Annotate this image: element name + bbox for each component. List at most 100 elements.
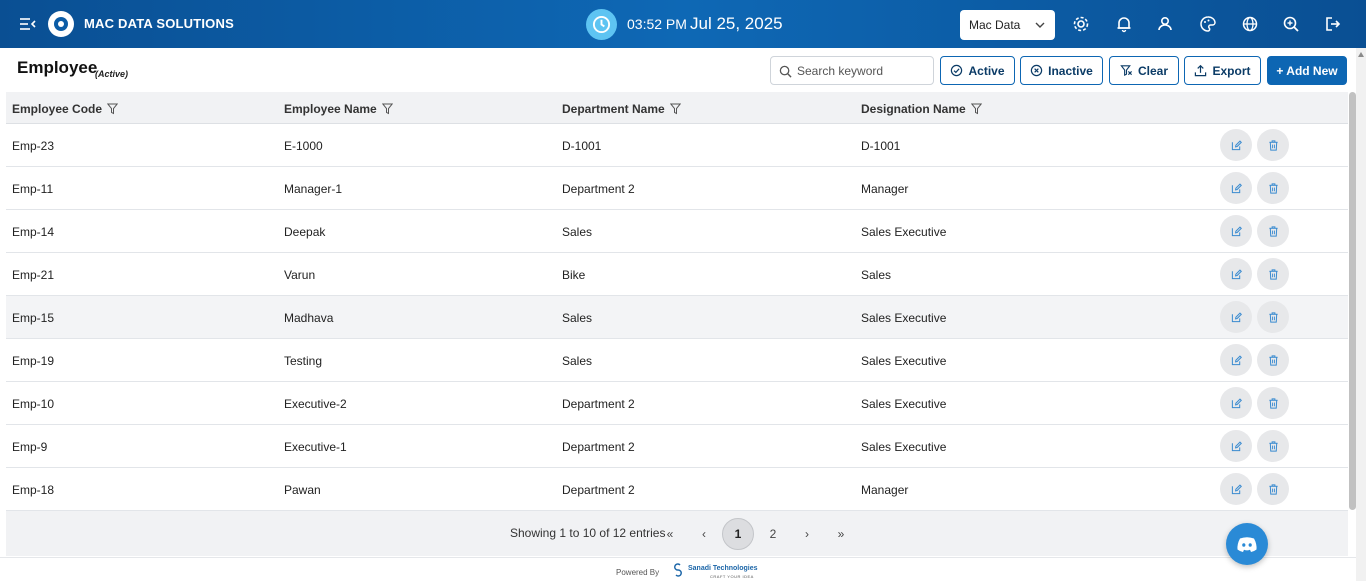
edit-button[interactable]	[1220, 215, 1252, 247]
page-button-2[interactable]: 2	[757, 518, 789, 550]
table-row[interactable]: Emp-9 Executive-1 Department 2 Sales Exe…	[6, 425, 1348, 468]
column-header-designation-name[interactable]: Designation Name	[861, 102, 982, 116]
edit-button[interactable]	[1220, 301, 1252, 333]
footer: Powered By Sanadi Technologies CRAFT YOU…	[0, 557, 1356, 581]
delete-button[interactable]	[1257, 301, 1289, 333]
column-header-label: Employee Name	[284, 102, 377, 116]
settings-icon[interactable]	[1071, 14, 1091, 34]
edit-button[interactable]	[1220, 387, 1252, 419]
page-status-subtitle: (Active)	[95, 69, 129, 79]
logout-icon[interactable]	[1323, 14, 1343, 34]
clear-filter-button[interactable]: Clear	[1109, 56, 1179, 85]
trash-icon	[1268, 483, 1278, 495]
filter-icon[interactable]	[107, 103, 119, 115]
edit-button[interactable]	[1220, 129, 1252, 161]
delete-button[interactable]	[1257, 172, 1289, 204]
clear-filter-label: Clear	[1137, 63, 1169, 78]
delete-button[interactable]	[1257, 430, 1289, 462]
search-input[interactable]	[797, 62, 929, 80]
export-button[interactable]: Export	[1184, 56, 1261, 85]
zoom-in-icon[interactable]	[1281, 14, 1301, 34]
filter-clear-icon	[1120, 65, 1132, 77]
employee-code-cell: Emp-19	[12, 354, 55, 368]
discord-icon	[1237, 536, 1257, 552]
delete-button[interactable]	[1257, 258, 1289, 290]
active-filter-button[interactable]: Active	[940, 56, 1015, 85]
chevron-down-icon	[1035, 22, 1045, 28]
page-title: Employee	[17, 58, 98, 77]
column-header-employee-name[interactable]: Employee Name	[284, 102, 393, 116]
employee-name-cell: Manager-1	[284, 182, 343, 196]
edit-icon	[1231, 397, 1242, 408]
page-button-1[interactable]: 1	[722, 518, 754, 550]
table-row[interactable]: Emp-21 Varun Bike Sales	[6, 253, 1348, 296]
upload-icon	[1195, 64, 1207, 77]
edit-icon	[1231, 311, 1242, 322]
top-header: MAC DATA SOLUTIONS 03:52 PM Jul 25, 2025…	[0, 0, 1366, 48]
employee-name-cell: Pawan	[284, 483, 321, 497]
add-new-button[interactable]: + Add New	[1267, 56, 1347, 85]
menu-collapse-icon[interactable]	[18, 15, 36, 33]
filter-icon[interactable]	[970, 103, 982, 115]
last-page-button[interactable]: »	[825, 518, 857, 550]
current-time: 03:52 PM	[627, 16, 687, 32]
table-row[interactable]: Emp-14 Deepak Sales Sales Executive	[6, 210, 1348, 253]
employee-code-cell: Emp-18	[12, 483, 55, 497]
edit-button[interactable]	[1220, 172, 1252, 204]
previous-page-button[interactable]: ‹	[688, 518, 720, 550]
edit-icon	[1231, 483, 1242, 494]
check-circle-icon	[951, 64, 963, 77]
first-page-button[interactable]: «	[654, 518, 686, 550]
trash-icon	[1268, 268, 1278, 280]
designation-cell: Sales	[861, 268, 892, 282]
edit-icon	[1231, 225, 1242, 236]
page-scrollbar[interactable]	[1356, 48, 1366, 581]
table-row[interactable]: Emp-23 E-1000 D-1001 D-1001	[6, 124, 1348, 167]
discord-chat-button[interactable]	[1226, 523, 1268, 565]
filter-icon[interactable]	[381, 103, 393, 115]
edit-button[interactable]	[1220, 430, 1252, 462]
column-header-employee-code[interactable]: Employee Code	[12, 102, 119, 116]
trash-icon	[1268, 397, 1278, 409]
inactive-filter-button[interactable]: Inactive	[1020, 56, 1103, 85]
delete-button[interactable]	[1257, 215, 1289, 247]
next-page-button[interactable]: ›	[791, 518, 823, 550]
table-row[interactable]: Emp-10 Executive-2 Department 2 Sales Ex…	[6, 382, 1348, 425]
edit-button[interactable]	[1220, 344, 1252, 376]
delete-button[interactable]	[1257, 129, 1289, 161]
pagination-info: Showing 1 to 10 of 12 entries	[510, 526, 666, 540]
delete-button[interactable]	[1257, 387, 1289, 419]
search-box[interactable]	[770, 56, 934, 85]
table-scrollbar-thumb[interactable]	[1349, 92, 1356, 510]
bell-icon[interactable]	[1114, 14, 1134, 34]
employee-code-cell: Emp-9	[12, 440, 48, 454]
scroll-up-arrow-icon[interactable]	[1358, 52, 1364, 57]
delete-button[interactable]	[1257, 344, 1289, 376]
company-select[interactable]: Mac Data	[960, 10, 1055, 40]
app-logo	[48, 11, 74, 37]
employee-name-cell: Varun	[284, 268, 316, 282]
employee-code-cell: Emp-15	[12, 311, 55, 325]
department-cell: Department 2	[562, 440, 635, 454]
employee-table: Employee Code Employee Name Department N…	[6, 92, 1348, 511]
brand-name: MAC DATA SOLUTIONS	[84, 16, 234, 31]
table-row[interactable]: Emp-19 Testing Sales Sales Executive	[6, 339, 1348, 382]
clock-icon	[586, 9, 617, 40]
edit-button[interactable]	[1220, 473, 1252, 505]
palette-icon[interactable]	[1198, 14, 1218, 34]
table-row[interactable]: Emp-11 Manager-1 Department 2 Manager	[6, 167, 1348, 210]
powered-by-label: Powered By	[616, 568, 660, 577]
department-cell: Sales	[562, 354, 593, 368]
edit-icon	[1231, 440, 1242, 451]
edit-button[interactable]	[1220, 258, 1252, 290]
current-date: Jul 25, 2025	[690, 14, 783, 33]
filter-icon[interactable]	[669, 103, 681, 115]
column-header-label: Employee Code	[12, 102, 103, 116]
delete-button[interactable]	[1257, 473, 1289, 505]
table-row[interactable]: Emp-18 Pawan Department 2 Manager	[6, 468, 1348, 511]
table-row[interactable]: Emp-15 Madhava Sales Sales Executive	[6, 296, 1348, 339]
column-header-department-name[interactable]: Department Name	[562, 102, 681, 116]
globe-icon[interactable]	[1240, 14, 1260, 34]
sanadi-logo-icon	[674, 563, 682, 577]
user-icon[interactable]	[1155, 14, 1175, 34]
